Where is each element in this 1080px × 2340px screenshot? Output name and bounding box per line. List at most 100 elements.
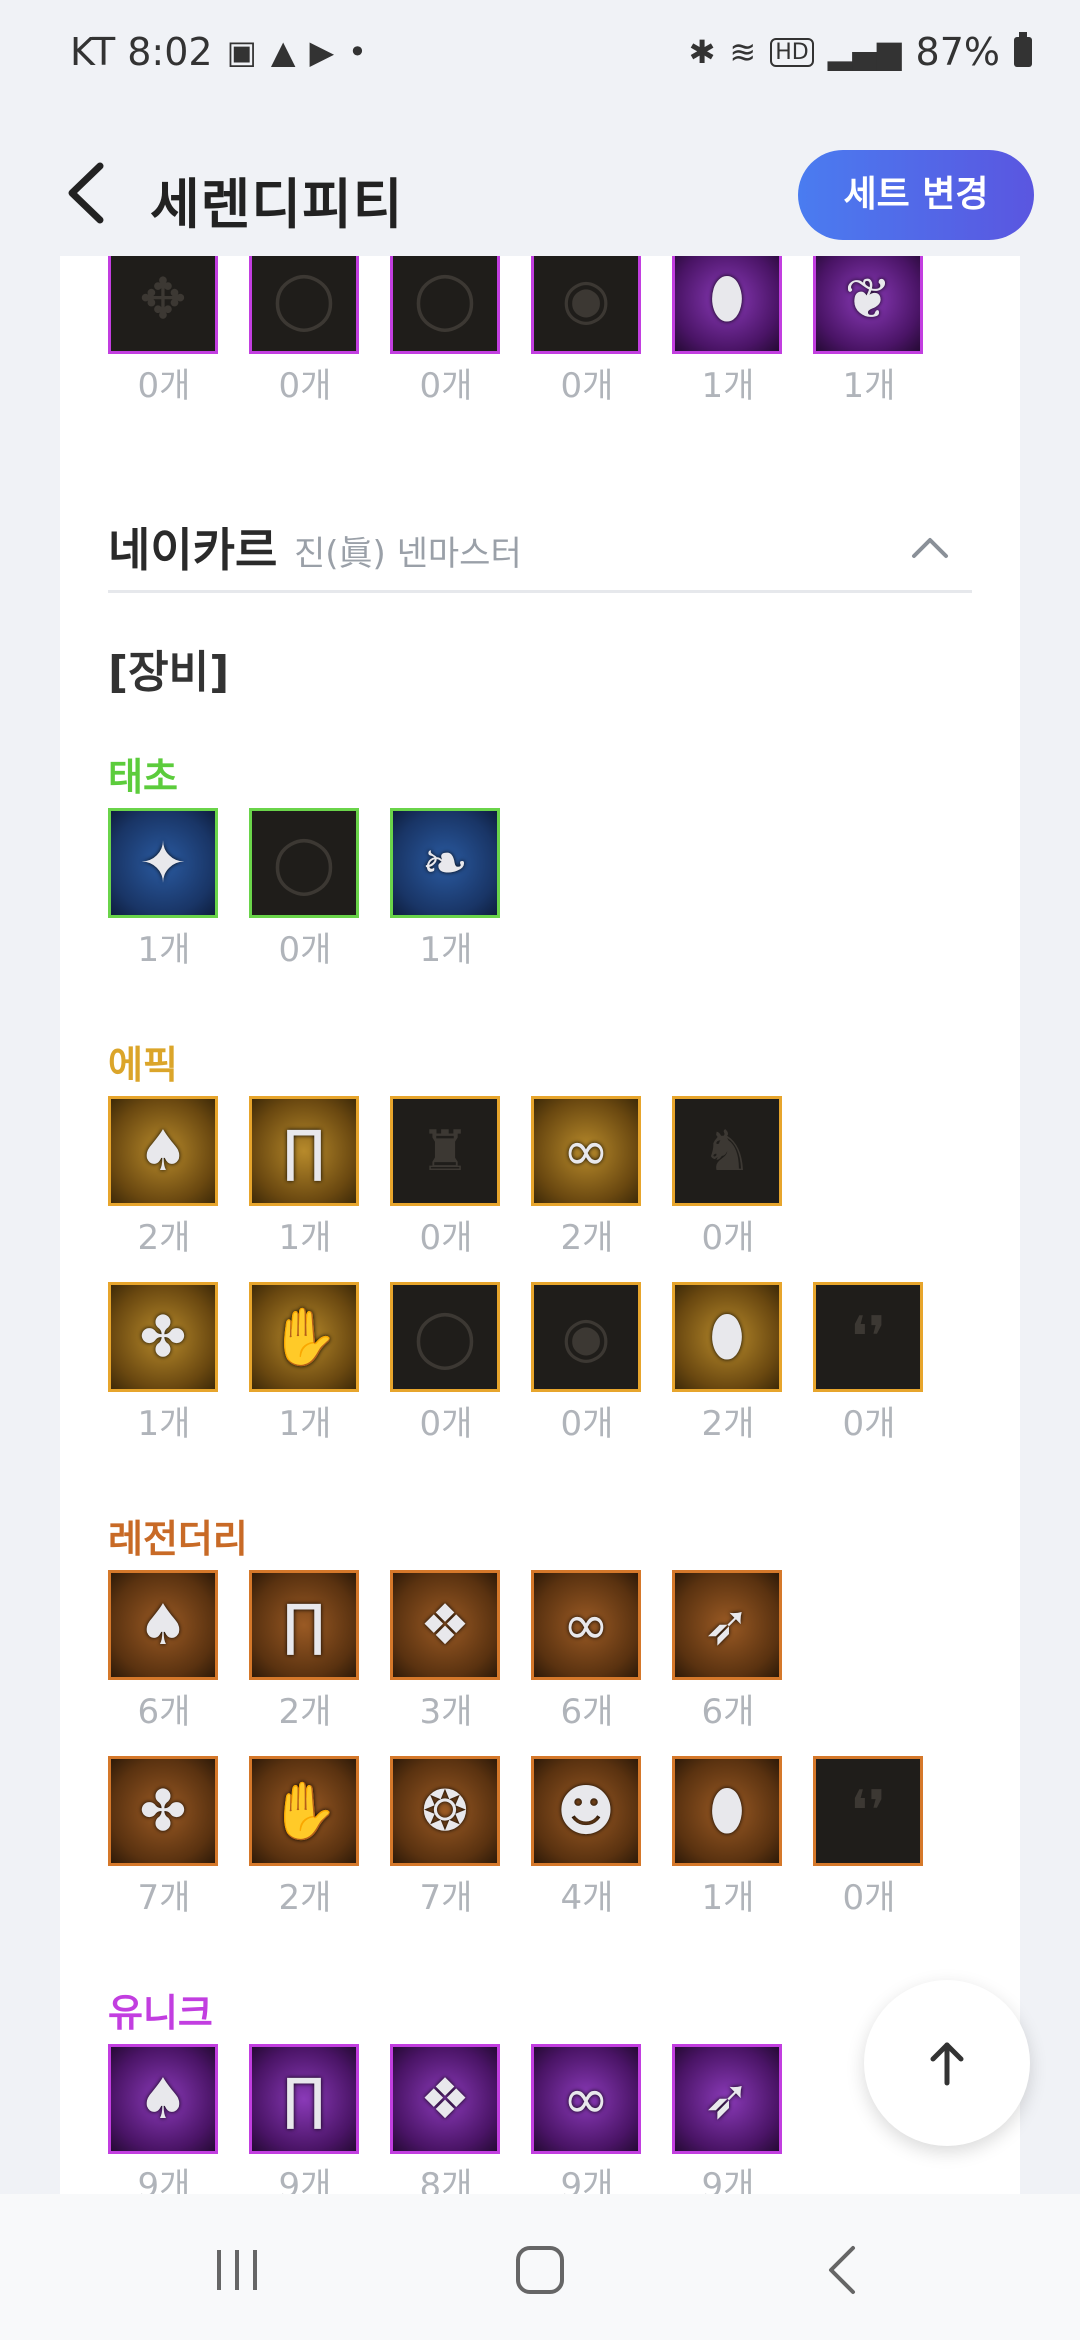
item-slot: ➶ [672, 1570, 782, 1680]
equipment-item[interactable]: ➶ 6개 [672, 1570, 784, 1733]
item-icon: ❧ [421, 830, 469, 896]
grade-label: 레전더리 [108, 1517, 248, 1561]
item-icon: ◯ [413, 1304, 477, 1370]
set-change-button[interactable]: 세트 변경 [798, 150, 1034, 240]
app-header: 세렌디피티 세트 변경 [0, 130, 1080, 260]
equipment-item[interactable]: ❦ 1개 [813, 256, 925, 407]
chevron-up-icon[interactable] [908, 532, 952, 562]
item-count: 8개 [419, 2166, 473, 2194]
item-count: 9개 [137, 2166, 191, 2194]
youtube-icon: ▶ [309, 33, 335, 71]
equipment-item[interactable]: ∞ 9개 [531, 2044, 643, 2194]
equipment-item[interactable]: ➶ 9개 [672, 2044, 784, 2194]
item-slot: ◯ [390, 256, 500, 354]
equipment-item[interactable]: ✦ 1개 [108, 808, 220, 971]
equipment-item[interactable]: ✤ 1개 [108, 1282, 220, 1445]
equipment-item[interactable]: ◯ 0개 [249, 808, 361, 971]
equipment-item[interactable]: ❛❜ 0개 [813, 1756, 925, 1919]
item-slot: ❖ [390, 1570, 500, 1680]
home-button[interactable] [505, 2240, 575, 2300]
equipment-item[interactable]: ◯ 0개 [390, 256, 502, 407]
grade-label: 에픽 [108, 1043, 178, 1087]
scroll-top-button[interactable] [864, 1980, 1030, 2146]
item-icon: ✋ [269, 1779, 339, 1844]
item-slot: ❖ [390, 2044, 500, 2154]
equipment-item[interactable]: ◯ 0개 [249, 256, 361, 407]
equipment-item[interactable]: ♜ 0개 [390, 1096, 502, 1259]
item-icon: ⬮ [709, 1778, 745, 1843]
recent-apps-icon [217, 2250, 257, 2290]
back-nav-icon [829, 2246, 855, 2294]
equipment-item[interactable]: ♠ 2개 [108, 1096, 220, 1259]
equipment-item[interactable]: ❧ 1개 [390, 808, 502, 971]
item-count: 1개 [278, 1218, 332, 1258]
equipment-item[interactable]: ☻ 4개 [531, 1756, 643, 1919]
item-slot: ∞ [531, 1096, 641, 1206]
item-slot: ⬮ [672, 1756, 782, 1866]
grade-label: 태초 [108, 755, 178, 799]
item-icon: ♜ [419, 1118, 471, 1184]
equipment-item[interactable]: ∞ 6개 [531, 1570, 643, 1733]
bluetooth-icon: ✱ [688, 33, 716, 71]
equipment-item[interactable]: ✤ 7개 [108, 1756, 220, 1919]
battery-percent: 87% [915, 30, 1000, 74]
item-slot: ☻ [531, 1756, 641, 1866]
item-icon: ❦ [844, 266, 892, 332]
gallery-icon: ▣ [226, 33, 257, 71]
equipment-item[interactable]: ◉ 0개 [531, 1282, 643, 1445]
equipment-item[interactable]: ∏ 2개 [249, 1570, 361, 1733]
back-button[interactable] [62, 160, 122, 230]
equipment-item[interactable]: ⬮ 1개 [672, 1756, 784, 1919]
item-icon: ❂ [421, 1778, 469, 1844]
equipment-item[interactable]: ✋ 2개 [249, 1756, 361, 1919]
arrow-up-icon [930, 2042, 964, 2086]
item-count: 1개 [278, 1404, 332, 1444]
item-count: 1개 [701, 1878, 755, 1918]
recent-apps-button[interactable] [202, 2240, 272, 2300]
item-count: 1개 [419, 930, 473, 970]
item-count: 0개 [560, 1404, 614, 1444]
page-title: 세렌디피티 [150, 173, 404, 236]
home-icon [516, 2246, 564, 2294]
item-count: 0개 [560, 366, 614, 406]
item-slot: ⬮ [672, 1282, 782, 1392]
item-icon: ⬮ [709, 1304, 745, 1369]
item-count: 7개 [137, 1878, 191, 1918]
equipment-item[interactable]: ❛❜ 0개 [813, 1282, 925, 1445]
equipment-item[interactable]: ◉ 0개 [531, 256, 643, 407]
carrier-time: KT 8:02 [70, 30, 213, 74]
item-count: 1개 [842, 366, 896, 406]
equipment-item[interactable]: ♠ 6개 [108, 1570, 220, 1733]
item-slot: ✦ [108, 808, 218, 918]
back-nav-button[interactable] [808, 2240, 878, 2300]
equipment-item[interactable]: ⬮ 2개 [672, 1282, 784, 1445]
wifi-icon: ≋ [729, 33, 757, 71]
item-count: 6개 [137, 1692, 191, 1732]
equipment-item[interactable]: ∞ 2개 [531, 1096, 643, 1259]
scroll-content[interactable]: ✥ 0개 ◯ 0개 ◯ 0개 ◉ 0개 ⬮ 1개 ❦ 1개 네이카르 진(眞) 넨마스터 [장비] 태… [0, 256, 1080, 2194]
item-icon: ✋ [269, 1305, 339, 1370]
battery-icon [1014, 32, 1032, 67]
equipment-item[interactable]: ✥ 0개 [108, 256, 220, 407]
equipment-item[interactable]: ♞ 0개 [672, 1096, 784, 1259]
character-header[interactable]: 네이카르 진(眞) 넨마스터 [108, 486, 972, 606]
item-count: 2개 [278, 1878, 332, 1918]
item-slot: ♠ [108, 2044, 218, 2154]
item-slot: ❦ [813, 256, 923, 354]
equipment-item[interactable]: ❂ 7개 [390, 1756, 502, 1919]
equipment-item[interactable]: ◯ 0개 [390, 1282, 502, 1445]
equipment-item[interactable]: ♠ 9개 [108, 2044, 220, 2194]
item-count: 1개 [701, 366, 755, 406]
equipment-item[interactable]: ❖ 8개 [390, 2044, 502, 2194]
item-count: 4개 [560, 1878, 614, 1918]
item-count: 2개 [137, 1218, 191, 1258]
equipment-item[interactable]: ∏ 1개 [249, 1096, 361, 1259]
divider [108, 590, 972, 593]
equipment-item[interactable]: ∏ 9개 [249, 2044, 361, 2194]
equipment-item[interactable]: ✋ 1개 [249, 1282, 361, 1445]
item-icon: ✥ [139, 266, 187, 332]
equipment-item[interactable]: ⬮ 1개 [672, 256, 784, 407]
item-count: 0개 [842, 1404, 896, 1444]
back-arrow-icon [68, 162, 104, 224]
equipment-item[interactable]: ❖ 3개 [390, 1570, 502, 1733]
